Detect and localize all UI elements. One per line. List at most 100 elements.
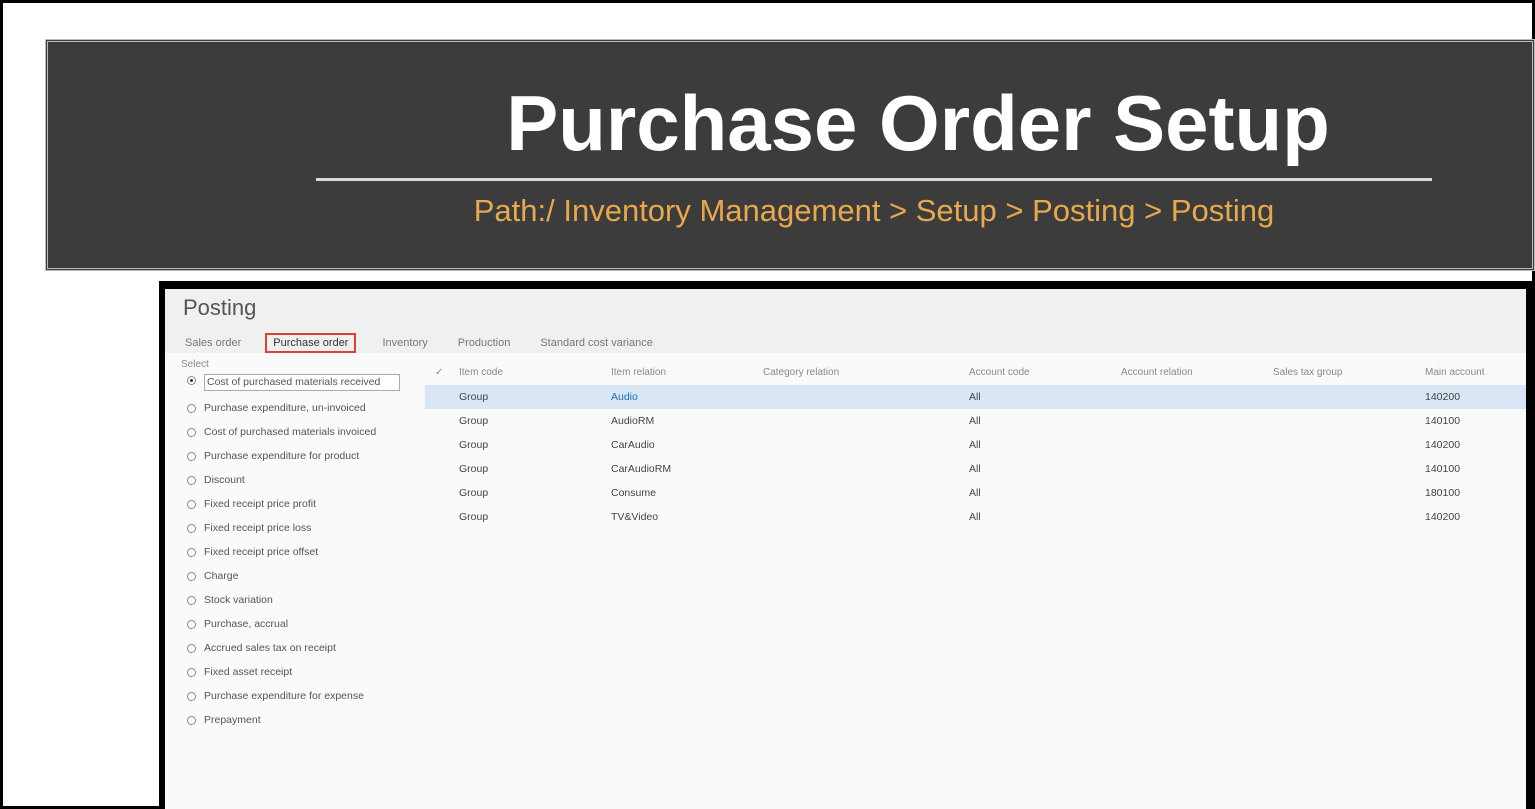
radio-button[interactable] — [187, 668, 196, 677]
column-header-account-code[interactable]: Account code — [969, 367, 1030, 378]
app-header: Posting Sales order Purchase order Inven… — [165, 289, 1526, 353]
posting-type-option[interactable]: Accrued sales tax on receipt — [177, 642, 409, 655]
screenshot-frame: Posting Sales order Purchase order Inven… — [159, 281, 1532, 809]
cell-main-account: 140100 — [1425, 415, 1461, 427]
cell-main-account: 140200 — [1425, 439, 1461, 451]
cell-item-code: Group — [459, 439, 489, 451]
radio-button[interactable] — [187, 476, 196, 485]
column-header-item-relation[interactable]: Item relation — [611, 367, 666, 378]
table-row[interactable]: Group Consume All 180100 — [425, 481, 1526, 505]
cell-item-code: Group — [459, 463, 489, 475]
radio-button[interactable] — [187, 500, 196, 509]
posting-type-option[interactable]: Purchase, accrual — [177, 618, 409, 631]
radio-button[interactable] — [187, 572, 196, 581]
tab-production[interactable]: Production — [454, 335, 515, 351]
cell-item-relation: Audio — [611, 391, 638, 403]
tab-bar: Sales order Purchase order Inventory Pro… — [181, 333, 679, 353]
tab-standard-cost-variance[interactable]: Standard cost variance — [536, 335, 657, 351]
cell-account-code: All — [969, 511, 981, 523]
column-header-sales-tax-group[interactable]: Sales tax group — [1273, 367, 1343, 378]
page-title: Posting — [183, 295, 257, 320]
option-label: Cost of purchased materials received — [204, 374, 400, 391]
option-label: Accrued sales tax on receipt — [204, 642, 336, 654]
column-header-main-account[interactable]: Main account — [1425, 367, 1484, 378]
option-label: Purchase expenditure for product — [204, 450, 360, 462]
radio-button[interactable] — [187, 548, 196, 557]
posting-type-option[interactable]: Charge — [177, 570, 409, 583]
tab-purchase-order[interactable]: Purchase order — [265, 333, 357, 353]
posting-type-option[interactable]: Cost of purchased materials received — [177, 374, 409, 391]
navigation-path: Path:/ Inventory Management > Setup > Po… — [473, 193, 1275, 228]
column-header-category-relation[interactable]: Category relation — [763, 367, 839, 378]
cell-item-relation: TV&Video — [611, 511, 659, 523]
posting-type-option[interactable]: Purchase expenditure for product — [177, 450, 409, 463]
cell-account-code: All — [969, 439, 981, 451]
option-label: Purchase expenditure for expense — [204, 690, 364, 702]
option-label: Fixed receipt price loss — [204, 522, 312, 534]
radio-button[interactable] — [187, 644, 196, 653]
option-label: Prepayment — [204, 714, 261, 726]
cell-account-code: All — [969, 415, 981, 427]
title-banner: Purchase Order Setup Path:/ Inventory Ma… — [45, 39, 1535, 271]
posting-type-list: Cost of purchased materials received Purc… — [177, 374, 409, 727]
option-label: Purchase expenditure, un-invoiced — [204, 402, 366, 414]
cell-item-code: Group — [459, 415, 489, 427]
posting-type-option[interactable]: Purchase expenditure, un-invoiced — [177, 402, 409, 415]
grid-body: Group Audio All 140200 Group AudioRM All 140100… — [425, 385, 1526, 529]
posting-grid: ✓ Item code Item relation Category relat… — [425, 361, 1526, 529]
cell-main-account: 140100 — [1425, 463, 1461, 475]
slide-frame: Purchase Order Setup Path:/ Inventory Ma… — [0, 0, 1535, 809]
select-pane: Select Cost of purchased materials recei… — [177, 359, 409, 809]
cell-item-relation: Consume — [611, 487, 656, 499]
radio-button[interactable] — [187, 404, 196, 413]
column-header-item-code[interactable]: Item code — [459, 367, 503, 378]
radio-button[interactable] — [187, 716, 196, 725]
posting-type-option[interactable]: Fixed asset receipt — [177, 666, 409, 679]
cell-account-code: All — [969, 391, 981, 403]
option-label: Discount — [204, 474, 245, 486]
option-label: Purchase, accrual — [204, 618, 289, 630]
table-row[interactable]: Group CarAudioRM All 140100 — [425, 457, 1526, 481]
cell-item-code: Group — [459, 391, 489, 403]
posting-type-option[interactable]: Stock variation — [177, 594, 409, 607]
tab-sales-order[interactable]: Sales order — [181, 335, 245, 351]
cell-item-code: Group — [459, 511, 489, 523]
table-row[interactable]: Group AudioRM All 140100 — [425, 409, 1526, 433]
posting-type-option[interactable]: Fixed receipt price offset — [177, 546, 409, 559]
posting-window: Posting Sales order Purchase order Inven… — [165, 289, 1526, 809]
radio-button[interactable] — [187, 376, 196, 385]
posting-type-option[interactable]: Fixed receipt price profit — [177, 498, 409, 511]
option-label: Fixed asset receipt — [204, 666, 293, 678]
radio-button[interactable] — [187, 524, 196, 533]
option-label: Fixed receipt price offset — [204, 546, 319, 558]
column-header-account-relation[interactable]: Account relation — [1121, 367, 1193, 378]
option-label: Charge — [204, 570, 239, 582]
option-label: Fixed receipt price profit — [204, 498, 317, 510]
cell-item-relation: CarAudio — [611, 439, 655, 451]
table-row[interactable]: Group Audio All 140200 — [425, 385, 1526, 409]
option-label: Cost of purchased materials invoiced — [204, 426, 377, 438]
cell-account-code: All — [969, 463, 981, 475]
cell-main-account: 180100 — [1425, 487, 1461, 499]
cell-main-account: 140200 — [1425, 391, 1461, 403]
posting-type-option[interactable]: Discount — [177, 474, 409, 487]
posting-type-option[interactable]: Prepayment — [177, 714, 409, 727]
posting-type-option[interactable]: Cost of purchased materials invoiced — [177, 426, 409, 439]
radio-button[interactable] — [187, 428, 196, 437]
tab-inventory[interactable]: Inventory — [378, 335, 431, 351]
posting-type-option[interactable]: Fixed receipt price loss — [177, 522, 409, 535]
select-all-checkmark[interactable]: ✓ — [435, 367, 443, 378]
table-row[interactable]: Group TV&Video All 140200 — [425, 505, 1526, 529]
radio-button[interactable] — [187, 452, 196, 461]
posting-type-option[interactable]: Purchase expenditure for expense — [177, 690, 409, 703]
cell-item-relation: CarAudioRM — [611, 463, 672, 475]
cell-item-relation: AudioRM — [611, 415, 655, 427]
radio-button[interactable] — [187, 692, 196, 701]
cell-main-account: 140200 — [1425, 511, 1461, 523]
radio-button[interactable] — [187, 596, 196, 605]
option-label: Stock variation — [204, 594, 273, 606]
table-row[interactable]: Group CarAudio All 140200 — [425, 433, 1526, 457]
radio-button[interactable] — [187, 620, 196, 629]
banner-divider — [316, 178, 1432, 181]
banner-title: Purchase Order Setup — [506, 79, 1330, 167]
